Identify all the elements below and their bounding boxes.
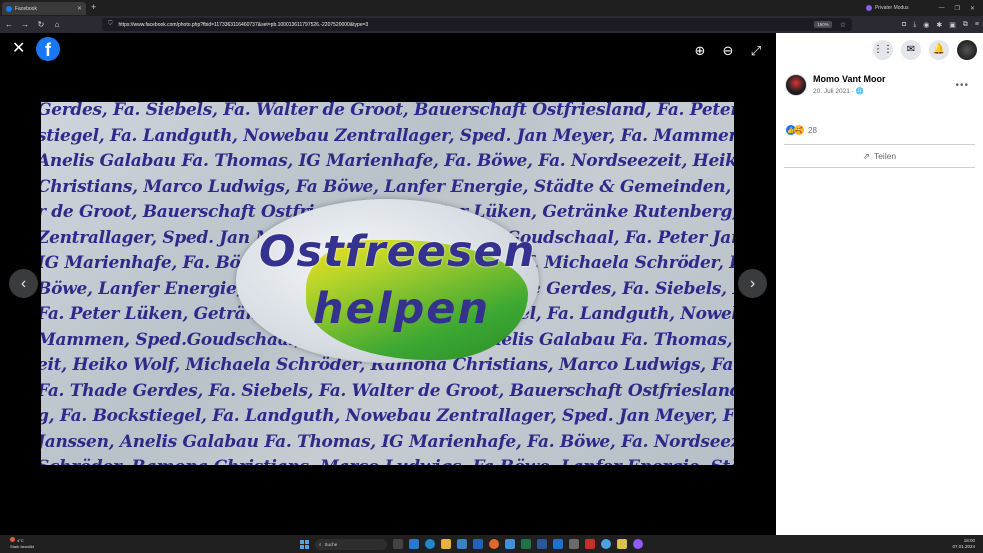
shield-icon[interactable]: ⛉ xyxy=(108,21,113,28)
zoom-in-icon[interactable]: ⊕ xyxy=(692,43,708,59)
firefox-icon[interactable] xyxy=(489,539,499,549)
extensions-icon[interactable]: ✱ xyxy=(936,21,942,29)
close-window-icon[interactable]: ✕ xyxy=(970,5,975,12)
container-icon[interactable]: ▣ xyxy=(949,21,956,29)
facebook-logo-icon[interactable]: f xyxy=(36,37,60,61)
maximize-window-icon[interactable]: ❐ xyxy=(955,5,960,12)
sponsor-names-line: Christians, Marco Ludwigs, Fa Böwe, Lanf… xyxy=(41,176,734,197)
author-avatar[interactable] xyxy=(785,74,807,96)
address-bar[interactable]: ⛉ https://www.facebook.com/photo.php?fbi… xyxy=(102,18,852,31)
sponsor-names-line: Gerdes, Fa. Siebels, Fa. Walter de Groot… xyxy=(41,102,734,120)
downloads-icon[interactable]: ⤓ xyxy=(913,21,916,29)
account-icon[interactable]: ◉ xyxy=(923,21,929,29)
acrobat-icon[interactable] xyxy=(585,539,595,549)
share-arrow-icon: ⇗ xyxy=(862,150,870,161)
private-mode-label: Privater Modus xyxy=(874,5,909,11)
post-date[interactable]: 20. Juli 2021 · 🌐 xyxy=(813,87,886,95)
store-icon[interactable] xyxy=(457,539,467,549)
minimize-window-icon[interactable]: — xyxy=(939,5,945,11)
post-photo: Gerdes, Fa. Siebels, Fa. Walter de Groot… xyxy=(41,102,734,465)
search-icon: ⌕ xyxy=(319,541,322,547)
windows-start-icon[interactable] xyxy=(300,539,309,549)
reload-icon[interactable]: ↻ xyxy=(34,20,48,29)
snipping-tool-icon[interactable] xyxy=(569,539,579,549)
pocket-icon[interactable]: ◘ xyxy=(902,21,906,28)
reaction-count: 28 xyxy=(808,125,817,135)
weather-description: Stark bewölkt xyxy=(10,544,35,549)
browser-tab-facebook[interactable]: Facebook ✕ xyxy=(2,2,86,15)
care-reaction-icon: 🥰 xyxy=(794,125,804,135)
search-placeholder: Suche xyxy=(324,541,338,547)
sponsor-names-line: Fa. Thade Gerdes, Fa. Siebels, Fa. Walte… xyxy=(41,380,734,401)
share-label: Teilen xyxy=(873,151,897,161)
edge-browser-icon[interactable] xyxy=(425,539,435,549)
logo-text-ostfreesen: Ostfreesen xyxy=(259,227,536,277)
close-viewer-button[interactable]: ✕ xyxy=(12,41,25,57)
menu-grid-icon[interactable]: ⋮⋮ xyxy=(873,39,893,60)
private-mask-icon xyxy=(865,5,872,11)
widgets-icon[interactable] xyxy=(409,539,419,549)
profile-avatar-icon[interactable] xyxy=(957,39,977,60)
word-icon[interactable] xyxy=(537,539,547,549)
more-options-icon[interactable]: ••• xyxy=(955,80,969,91)
divider xyxy=(784,144,975,145)
clock-date: 07.01.2024 xyxy=(952,544,975,549)
firefox-private-icon[interactable] xyxy=(633,539,643,549)
dropbox-icon[interactable] xyxy=(505,539,515,549)
notifications-bell-icon[interactable]: 🔔 xyxy=(929,39,949,60)
divider xyxy=(784,167,975,168)
url-text[interactable]: https://www.facebook.com/photo.php?fbid=… xyxy=(119,22,369,28)
zoom-out-icon[interactable]: ⊖ xyxy=(720,43,736,59)
sponsor-names-line: g, Fa. Bockstiegel, Fa. Landguth, Noweba… xyxy=(41,406,734,426)
logo-text-helpen: helpen xyxy=(313,284,491,334)
forward-arrow-icon[interactable]: → xyxy=(18,20,32,29)
messenger-icon[interactable]: ✉ xyxy=(901,39,921,60)
home-icon[interactable]: ⌂ xyxy=(50,20,64,29)
menu-hamburger-icon[interactable]: ≡ xyxy=(975,21,979,28)
back-arrow-icon[interactable]: ← xyxy=(2,20,16,29)
photo-viewer: ✕ f ⊕ ⊖ ⤢ Gerdes, Fa. Siebels, Fa. Walte… xyxy=(0,33,776,535)
outlook-icon[interactable] xyxy=(553,539,563,549)
sponsor-names-line: Anelis Galabau Fa. Thomas, IG Marienhafe… xyxy=(41,151,734,171)
previous-photo-button[interactable]: ‹ xyxy=(9,269,38,298)
weather-temp: 4°C xyxy=(17,538,24,543)
browser-tab-bar: Facebook ✕ + Privater Modus — ❐ ✕ xyxy=(0,0,983,16)
task-view-icon[interactable] xyxy=(393,539,403,549)
next-photo-button[interactable]: › xyxy=(738,269,767,298)
tab-title: Facebook xyxy=(15,5,37,12)
close-tab-icon[interactable]: ✕ xyxy=(77,5,82,12)
sponsor-names-line: Janssen, Anelis Galabau Fa. Thomas, IG M… xyxy=(41,431,734,452)
taskbar-search-box[interactable]: ⌕ Suche xyxy=(315,538,387,550)
zoom-level-badge[interactable]: 150% xyxy=(814,21,832,28)
sponsor-names-line: Schröder, Ramona Christians, Marco Ludwi… xyxy=(41,455,734,465)
weather-widget[interactable]: 4°C Stark bewölkt xyxy=(10,537,34,550)
bookmark-star-icon[interactable]: ☆ xyxy=(840,21,846,29)
browser-toolbar: ← → ↻ ⌂ ⛉ https://www.facebook.com/photo… xyxy=(0,16,983,33)
fullscreen-icon[interactable]: ⤢ xyxy=(748,43,764,59)
system-clock[interactable]: 18:00 07.01.2024 xyxy=(952,538,975,550)
private-mode-indicator: Privater Modus xyxy=(865,5,909,11)
author-name[interactable]: Momo Vant Moor xyxy=(813,74,886,84)
app-icon[interactable] xyxy=(617,539,627,549)
reactions-summary[interactable]: 👍 🥰 28 xyxy=(786,125,817,135)
new-tab-button[interactable]: + xyxy=(91,2,96,12)
app-icon[interactable] xyxy=(601,539,611,549)
file-explorer-icon[interactable] xyxy=(441,539,451,549)
sponsor-names-line: stiegel, Fa. Landguth, Nowebau Zentralla… xyxy=(41,125,734,146)
mail-icon[interactable] xyxy=(473,539,483,549)
weather-icon xyxy=(10,537,15,542)
share-button[interactable]: ⇗ Teilen xyxy=(776,148,983,164)
excel-icon[interactable] xyxy=(521,539,531,549)
extension-puzzle-icon[interactable]: ⧉ xyxy=(963,21,968,29)
post-info-panel: ⋮⋮ ✉ 🔔 Momo Vant Moor 20. Juli 2021 · 🌐 … xyxy=(776,33,983,535)
facebook-favicon-icon xyxy=(6,5,12,12)
windows-taskbar: 4°C Stark bewölkt ⌕ Suche 18:00 07.01.20… xyxy=(0,535,983,553)
